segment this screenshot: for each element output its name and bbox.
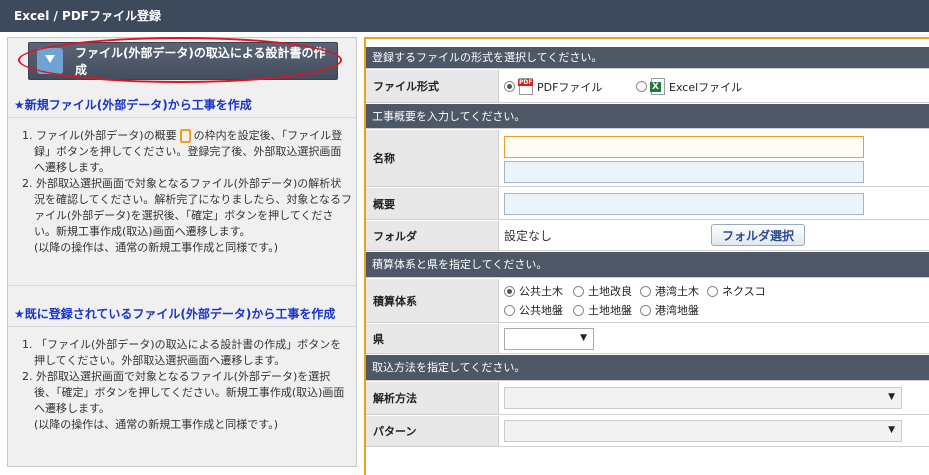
excel-file-icon <box>650 78 665 95</box>
pref-label: 県 <box>366 324 499 353</box>
pdf-option-label: PDFファイル <box>537 80 603 94</box>
option-label: 港湾土木 <box>655 285 699 298</box>
option-label: 港湾地盤 <box>655 304 699 317</box>
summary-row: 概要 <box>366 188 929 220</box>
option-label: 土地地盤 <box>588 304 632 317</box>
pattern-select[interactable]: ▼ <box>504 420 902 442</box>
section1-item1: 1. ファイル(外部データ)の概要 の枠内を設定後、「ファイル登録」ボタンを押して… <box>22 128 352 176</box>
system-label: 積算体系 <box>366 279 499 322</box>
section2-item1: 1. 「ファイル(外部データ)の取込による設計書の作成」ボタンを押してください。… <box>22 338 342 367</box>
method-row: 解析方法 ▼ <box>366 382 929 415</box>
option-label: 公共土木 <box>519 285 563 298</box>
import-section-header: 取込方法を指定してください。 <box>366 355 929 381</box>
folder-row: フォルダ 設定なし フォルダ選択 <box>366 221 929 251</box>
option-label: ネクスコ <box>722 285 766 298</box>
method-select[interactable]: ▼ <box>504 387 902 409</box>
folder-value: 設定なし <box>504 229 553 243</box>
estimate-section-header: 積算体系と県を指定してください。 <box>366 252 929 278</box>
excel-option[interactable]: Excelファイル <box>636 78 742 95</box>
orange-frame-icon <box>179 129 191 143</box>
option-kouwan-jiban[interactable]: 港湾地盤 <box>640 302 699 318</box>
option-koukyo-jiban[interactable]: 公共地盤 <box>504 302 563 318</box>
summary-input[interactable] <box>504 193 864 215</box>
option-label: 公共地盤 <box>519 304 563 317</box>
option-label: 土地改良 <box>588 285 632 298</box>
divider <box>8 326 356 327</box>
section2-heading: ★既に登録されているファイル(外部データ)から工事を作成 <box>14 307 336 321</box>
option-tochi-kairyo[interactable]: 土地改良 <box>573 283 632 299</box>
radio[interactable] <box>504 285 515 297</box>
method-label: 解析方法 <box>366 382 499 414</box>
name-input[interactable] <box>504 136 864 158</box>
pref-select[interactable]: ▼ <box>504 328 594 350</box>
excel-radio[interactable] <box>636 81 647 92</box>
folder-select-button[interactable]: フォルダ選択 <box>711 224 805 246</box>
dropdown-arrow-icon: ▼ <box>580 333 587 343</box>
pdf-option[interactable]: PDFファイル <box>504 78 602 95</box>
pdf-radio[interactable] <box>504 81 515 92</box>
excel-option-label: Excelファイル <box>669 80 743 94</box>
section1-note: (以降の操作は、通常の新規工事作成と同様です。) <box>34 241 278 254</box>
section2-item2: 2. 外部取込選択画面で対象となるファイル(外部データ)を選択後、「確定」ボタン… <box>22 370 345 415</box>
divider <box>8 285 356 286</box>
system-row: 積算体系 公共土木 土地改良 港湾土木 ネクスコ 公共地盤 土地地盤 港湾地盤 <box>366 279 929 323</box>
import-button-label: ファイル(外部データ)の取込による設計書の作成 <box>74 46 326 77</box>
folder-label: フォルダ <box>366 221 499 250</box>
section2-notes: 1. 「ファイル(外部データ)の取込による設計書の作成」ボタンを押してください。… <box>22 337 352 433</box>
option-koukyo-doboku[interactable]: 公共土木 <box>504 283 563 299</box>
option-nexco[interactable]: ネクスコ <box>707 283 766 299</box>
radio[interactable] <box>573 304 584 316</box>
window-title: Excel / PDFファイル登録 <box>0 0 929 32</box>
section1-heading: ★新規ファイル(外部データ)から工事を作成 <box>14 98 252 112</box>
section2-note: (以降の操作は、通常の新規工事作成と同様です。) <box>34 418 278 431</box>
format-row: ファイル形式 PDFファイル Excelファイル <box>366 70 929 103</box>
radio[interactable] <box>640 285 651 297</box>
format-label: ファイル形式 <box>366 70 499 102</box>
divider <box>8 117 356 118</box>
option-tochi-jiban[interactable]: 土地地盤 <box>573 302 632 318</box>
pattern-label: パターン <box>366 416 499 446</box>
dropdown-arrow-icon: ▼ <box>888 425 895 435</box>
name-row: 名称 <box>366 130 929 187</box>
name-label: 名称 <box>366 130 499 186</box>
section1-item1-pre: 1. ファイル(外部データ)の概要 <box>22 129 177 142</box>
name-input-2[interactable] <box>504 161 864 183</box>
overview-section-header: 工事概要を入力してください。 <box>366 104 929 129</box>
dropdown-arrow-icon: ▼ <box>888 392 895 402</box>
pdf-file-icon <box>518 78 534 95</box>
section1-notes: 1. ファイル(外部データ)の概要 の枠内を設定後、「ファイル登録」ボタンを押して… <box>22 128 352 256</box>
option-kouwan-doboku[interactable]: 港湾土木 <box>640 283 699 299</box>
radio[interactable] <box>504 304 515 316</box>
format-section-header: 登録するファイルの形式を選択してください。 <box>366 47 929 69</box>
radio[interactable] <box>707 285 718 297</box>
download-folder-icon <box>37 48 63 74</box>
pattern-row: パターン ▼ <box>366 416 929 447</box>
section1-item2: 2. 外部取込選択画面で対象となるファイル(外部データ)の解析状況を確認してくだ… <box>22 177 353 238</box>
import-button[interactable]: ファイル(外部データ)の取込による設計書の作成 <box>28 42 338 80</box>
summary-label: 概要 <box>366 188 499 219</box>
radio[interactable] <box>640 304 651 316</box>
pref-row: 県 ▼ <box>366 324 929 354</box>
radio[interactable] <box>573 285 584 297</box>
